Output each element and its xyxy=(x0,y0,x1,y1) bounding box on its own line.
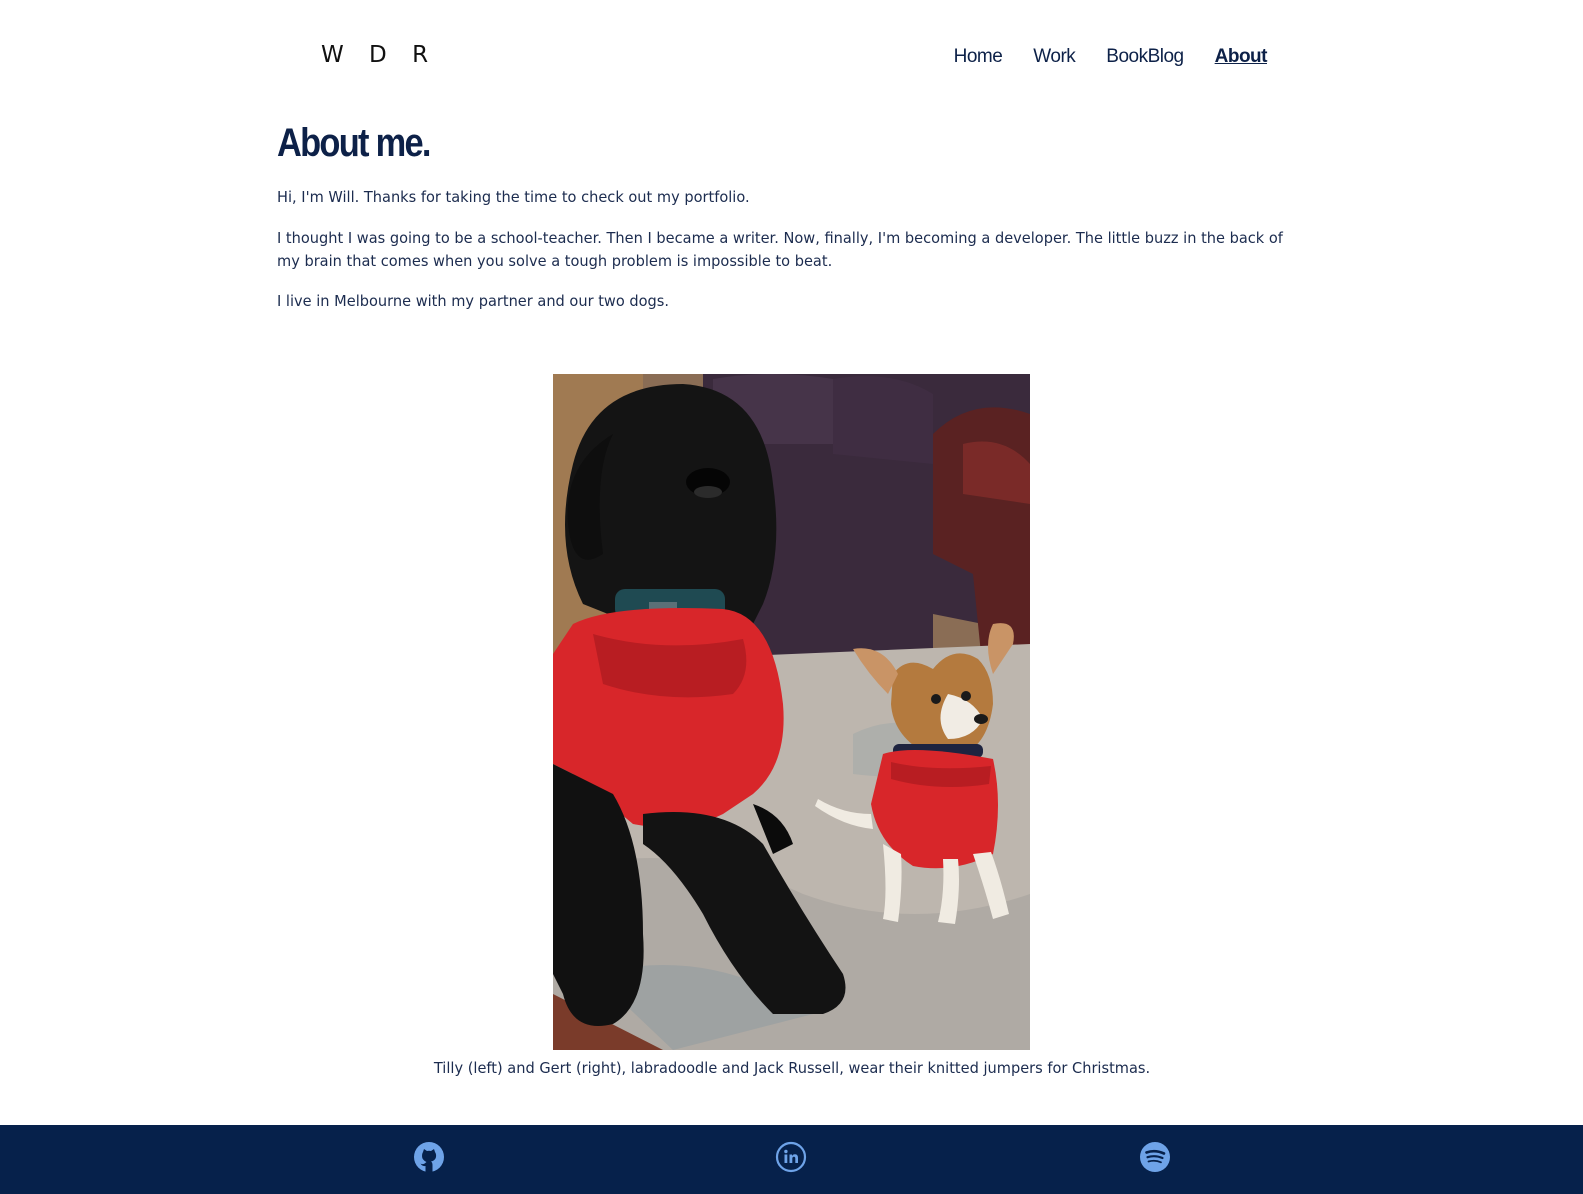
dogs-photo xyxy=(553,374,1030,1050)
nav-about[interactable]: About xyxy=(1215,46,1268,68)
nav-home[interactable]: Home xyxy=(954,46,1003,68)
photo-caption: Tilly (left) and Gert (right), labradood… xyxy=(0,1059,1583,1077)
spotify-icon[interactable] xyxy=(1139,1141,1171,1173)
page-title: About me. xyxy=(277,121,431,165)
linkedin-icon[interactable] xyxy=(775,1141,807,1173)
location-paragraph: I live in Melbourne with my partner and … xyxy=(277,292,670,310)
main-nav: Home Work BookBlog About xyxy=(954,46,1268,68)
nav-bookblog[interactable]: BookBlog xyxy=(1106,46,1184,68)
github-icon[interactable] xyxy=(413,1141,445,1173)
site-header: W D R Home Work BookBlog About xyxy=(0,0,1583,110)
site-logo[interactable]: W D R xyxy=(321,42,437,68)
career-paragraph: I thought I was going to be a school-tea… xyxy=(277,229,1283,270)
intro-paragraph: Hi, I'm Will. Thanks for taking the time… xyxy=(277,188,750,206)
photo-caption-text: Tilly (left) and Gert (right), labradood… xyxy=(433,1059,1150,1077)
nav-work[interactable]: Work xyxy=(1033,46,1075,68)
about-content: About me. Hi, I'm Will. Thanks for takin… xyxy=(277,118,1297,310)
site-footer xyxy=(0,1125,1583,1194)
